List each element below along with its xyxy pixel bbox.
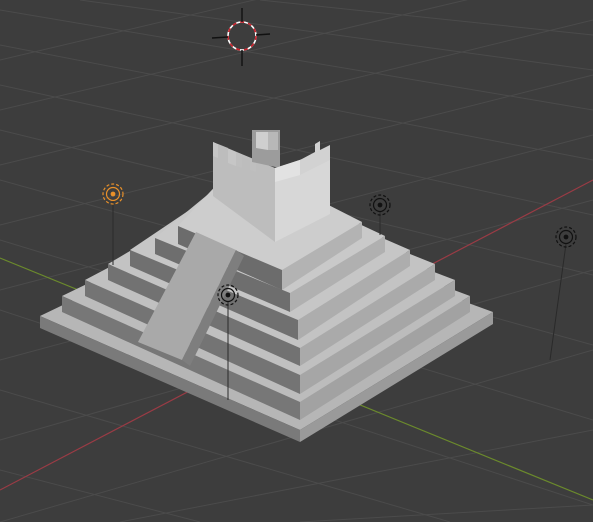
3d-viewport[interactable] — [0, 0, 593, 522]
